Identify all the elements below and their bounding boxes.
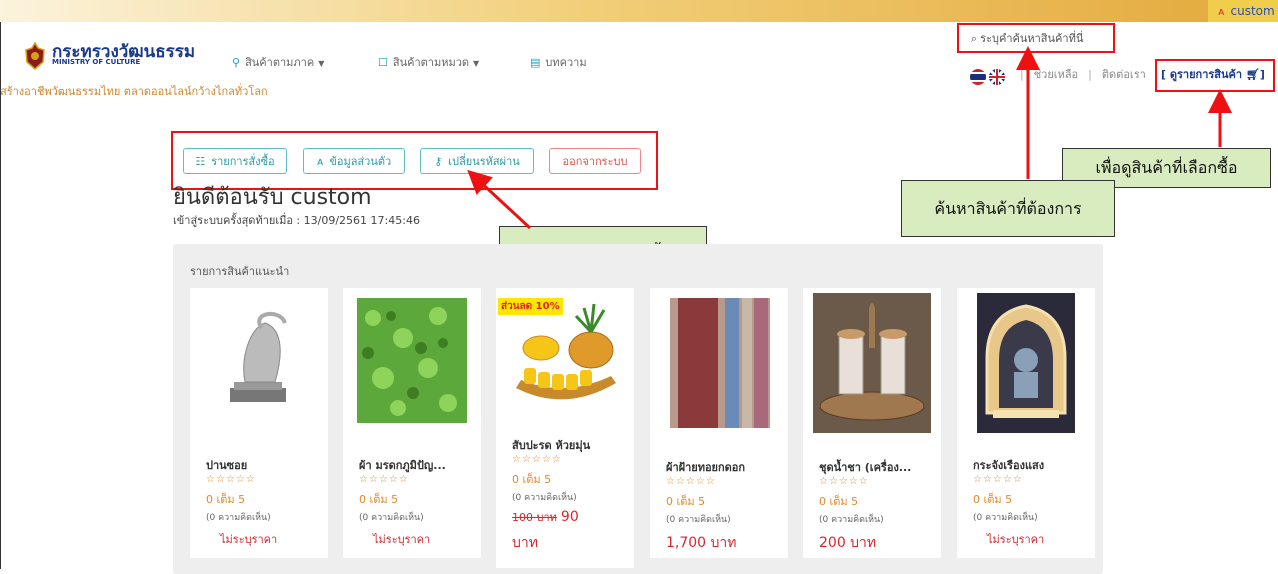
woven-fabric-image: [670, 298, 770, 428]
rating-stars: ☆☆☆☆☆: [666, 476, 716, 487]
rating-stars: ☆☆☆☆☆: [512, 454, 562, 465]
rating-score: 0 เต็ม 5: [512, 473, 552, 486]
tea-set-image: [813, 293, 931, 433]
review-count: (0 ความคิดเห็น): [819, 515, 884, 525]
product-image[interactable]: [343, 288, 481, 438]
price: ไม่ระบุราคา: [987, 533, 1045, 546]
price: 200 บาท: [819, 535, 877, 551]
price: 1,700 บาท: [666, 535, 737, 551]
review-count: (0 ความคิดเห็น): [666, 515, 731, 525]
product-name[interactable]: ผ้า มรดกภูมิปัญ...: [359, 456, 446, 474]
product-name[interactable]: สับปะรด ห้วยมุ่น: [512, 436, 590, 454]
recommended-title: รายการสินค้าแนะนำ: [190, 265, 290, 278]
product-card[interactable]: ชุดน้ำชา (เครื่อง... ☆☆☆☆☆ 0 เต็ม 5 (0 ค…: [803, 288, 941, 558]
product-name[interactable]: ปานซอย: [206, 456, 247, 474]
review-count: (0 ความคิดเห็น): [206, 513, 271, 523]
review-count: (0 ความคิดเห็น): [512, 493, 577, 503]
rating-stars: ☆☆☆☆☆: [359, 474, 409, 485]
green-fabric-image: [357, 298, 467, 423]
product-image[interactable]: ส่วนลด 10%: [496, 288, 634, 423]
price-unit: บาท: [512, 535, 538, 551]
rating-score: 0 เต็ม 5: [359, 493, 399, 506]
rating-stars: ☆☆☆☆☆: [206, 474, 256, 485]
menu-arrow: [467, 169, 532, 230]
product-card[interactable]: ผ้าฝ้ายทอยกดอก ☆☆☆☆☆ 0 เต็ม 5 (0 ความคิด…: [650, 288, 788, 558]
rating-score: 0 เต็ม 5: [666, 495, 706, 508]
product-card[interactable]: ผ้า มรดกภูมิปัญ... ☆☆☆☆☆ 0 เต็ม 5 (0 ควา…: [343, 288, 481, 558]
rating-stars: ☆☆☆☆☆: [973, 474, 1023, 485]
product-name[interactable]: ชุดน้ำชา (เครื่อง...: [819, 458, 911, 476]
product-image[interactable]: [190, 288, 328, 438]
rating-score: 0 เต็ม 5: [973, 493, 1013, 506]
review-count: (0 ความคิดเห็น): [359, 513, 424, 523]
product-image[interactable]: [650, 288, 788, 438]
glowing-ornament-image: [977, 293, 1075, 433]
price: ไม่ระบุราคา: [220, 533, 278, 546]
rating-score: 0 เต็ม 5: [819, 495, 859, 508]
sale-price: 90: [560, 509, 579, 525]
product-name[interactable]: กระจังเรืองแสง: [973, 456, 1044, 474]
price: ไม่ระบุราคา: [373, 533, 431, 546]
product-image[interactable]: [803, 288, 941, 438]
statue-image: [230, 311, 287, 402]
product-name[interactable]: ผ้าฝ้ายทอยกดอก: [666, 458, 745, 476]
product-card[interactable]: ปานซอย ☆☆☆☆☆ 0 เต็ม 5 (0 ความคิดเห็น) ไม…: [190, 288, 328, 558]
review-count: (0 ความคิดเห็น): [973, 513, 1038, 523]
old-price: 100 บาท: [512, 511, 557, 524]
rating-score: 0 เต็ม 5: [206, 493, 246, 506]
product-image[interactable]: [957, 288, 1095, 438]
product-card[interactable]: กระจังเรืองแสง ☆☆☆☆☆ 0 เต็ม 5 (0 ความคิด…: [957, 288, 1095, 558]
product-card[interactable]: ส่วนลด 10% สับปะรด ห้วยมุ่น ☆☆☆☆☆ 0 เต็ม…: [496, 288, 634, 568]
price: 100 บาท 90: [512, 508, 579, 526]
discount-badge: ส่วนลด 10%: [498, 298, 563, 315]
rating-stars: ☆☆☆☆☆: [819, 476, 869, 487]
